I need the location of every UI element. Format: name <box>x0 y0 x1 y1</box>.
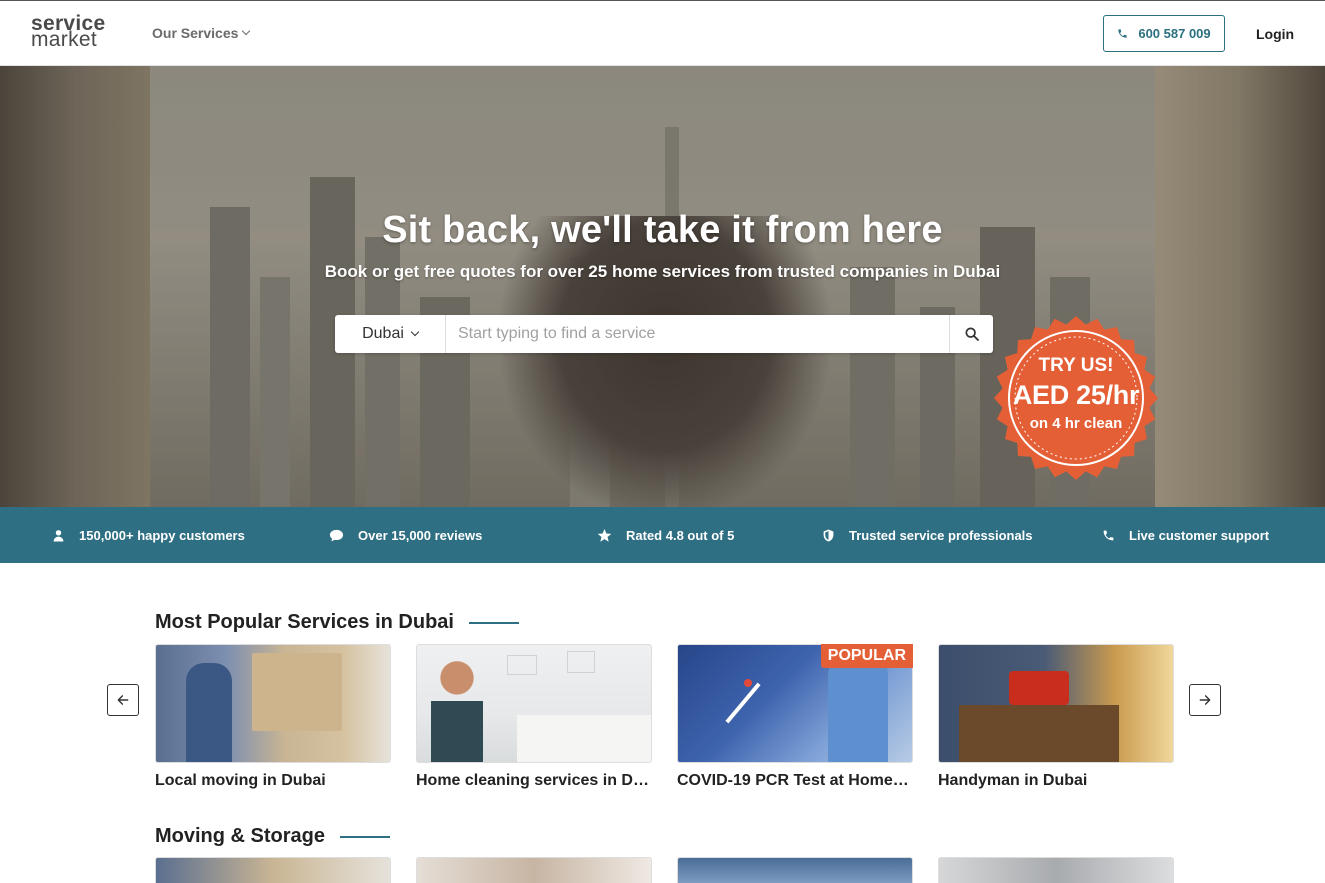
phone-button[interactable]: 600 587 009 <box>1103 15 1225 52</box>
our-services-label: Our Services <box>152 25 239 41</box>
heading-underline <box>340 835 391 838</box>
service-card-caption: Handyman in Dubai <box>938 772 1088 789</box>
moving-card-4[interactable] <box>938 857 1174 883</box>
service-image-moving <box>155 644 391 763</box>
carousel-next-button[interactable] <box>1189 684 1221 716</box>
section-heading-text: Moving & Storage <box>155 825 326 847</box>
city-select[interactable]: Dubai <box>335 315 446 353</box>
trust-label: Rated 4.8 out of 5 <box>626 527 735 543</box>
service-card-caption: Home cleaning services in Dubai <box>416 772 652 789</box>
promo-line-1: TRY US! <box>1038 355 1114 376</box>
search-button[interactable] <box>949 315 993 353</box>
chevron-down-icon <box>242 26 251 36</box>
chevron-down-icon <box>410 327 420 337</box>
service-search-bar: Dubai <box>335 315 993 353</box>
arrow-left-icon <box>117 695 129 705</box>
trust-item-reviews: Over 15,000 reviews <box>329 507 482 563</box>
service-card-caption: Local moving in Dubai <box>155 772 326 789</box>
moving-section-title: Moving & Storage <box>155 825 391 848</box>
phone-icon <box>1103 530 1114 540</box>
hero-banner: Sit back, we'll take it from here Book o… <box>0 66 1325 507</box>
service-image-handyman <box>938 644 1174 763</box>
shield-icon <box>823 529 834 541</box>
site-logo[interactable]: service market <box>31 13 115 52</box>
our-services-menu[interactable]: Our Services <box>152 25 251 41</box>
trust-label: 150,000+ happy customers <box>79 527 245 543</box>
promo-line-3: on 4 hr clean <box>1029 415 1123 432</box>
service-card-covid-test[interactable]: POPULAR COVID-19 PCR Test at Home in Dub… <box>677 644 913 790</box>
moving-card-1[interactable] <box>155 857 391 883</box>
heading-underline <box>468 621 519 624</box>
promo-badge[interactable]: TRY US! AED 25/hr on 4 hr clean <box>993 315 1159 481</box>
phone-icon <box>1118 29 1127 38</box>
trust-bar: 150,000+ happy customers Over 15,000 rev… <box>0 507 1325 563</box>
trust-item-customers: 150,000+ happy customers <box>52 507 245 563</box>
star-icon <box>597 528 612 542</box>
service-card-home-cleaning[interactable]: Home cleaning services in Dubai <box>416 644 652 790</box>
service-search-input[interactable] <box>446 315 949 353</box>
trust-item-support: Live customer support <box>1102 507 1269 563</box>
service-card-caption: COVID-19 PCR Test at Home in Dubai <box>677 772 913 789</box>
section-heading-text: Most Popular Services in Dubai <box>155 611 454 633</box>
trust-label: Live customer support <box>1129 527 1270 543</box>
service-card-local-moving[interactable]: Local moving in Dubai <box>155 644 391 790</box>
popular-badge: POPULAR <box>820 644 913 668</box>
trust-label: Over 15,000 reviews <box>358 527 483 543</box>
trust-item-rating: Rated 4.8 out of 5 <box>597 507 734 563</box>
hero-title: Sit back, we'll take it from here <box>382 209 943 251</box>
hero-subtitle: Book or get free quotes for over 25 home… <box>324 262 1001 281</box>
service-card-handyman[interactable]: Handyman in Dubai <box>938 644 1174 790</box>
search-icon <box>964 327 979 341</box>
moving-card-2[interactable] <box>416 857 652 883</box>
trust-item-professionals: Trusted service professionals <box>822 507 1033 563</box>
moving-card-3[interactable] <box>677 857 913 883</box>
arrow-right-icon <box>1199 695 1211 705</box>
trust-label: Trusted service professionals <box>849 527 1033 543</box>
service-image-cleaning <box>416 644 652 763</box>
site-header: service market Our Services 600 587 009 … <box>0 1 1325 66</box>
promo-price: AED 25/hr <box>1012 380 1140 410</box>
carousel-prev-button[interactable] <box>107 684 139 716</box>
popular-section-title: Most Popular Services in Dubai <box>155 611 519 634</box>
user-icon <box>53 529 64 541</box>
phone-number: 600 587 009 <box>1138 26 1211 41</box>
login-link[interactable]: Login <box>1256 26 1294 42</box>
chat-icon <box>329 529 344 541</box>
city-value: Dubai <box>362 325 404 342</box>
